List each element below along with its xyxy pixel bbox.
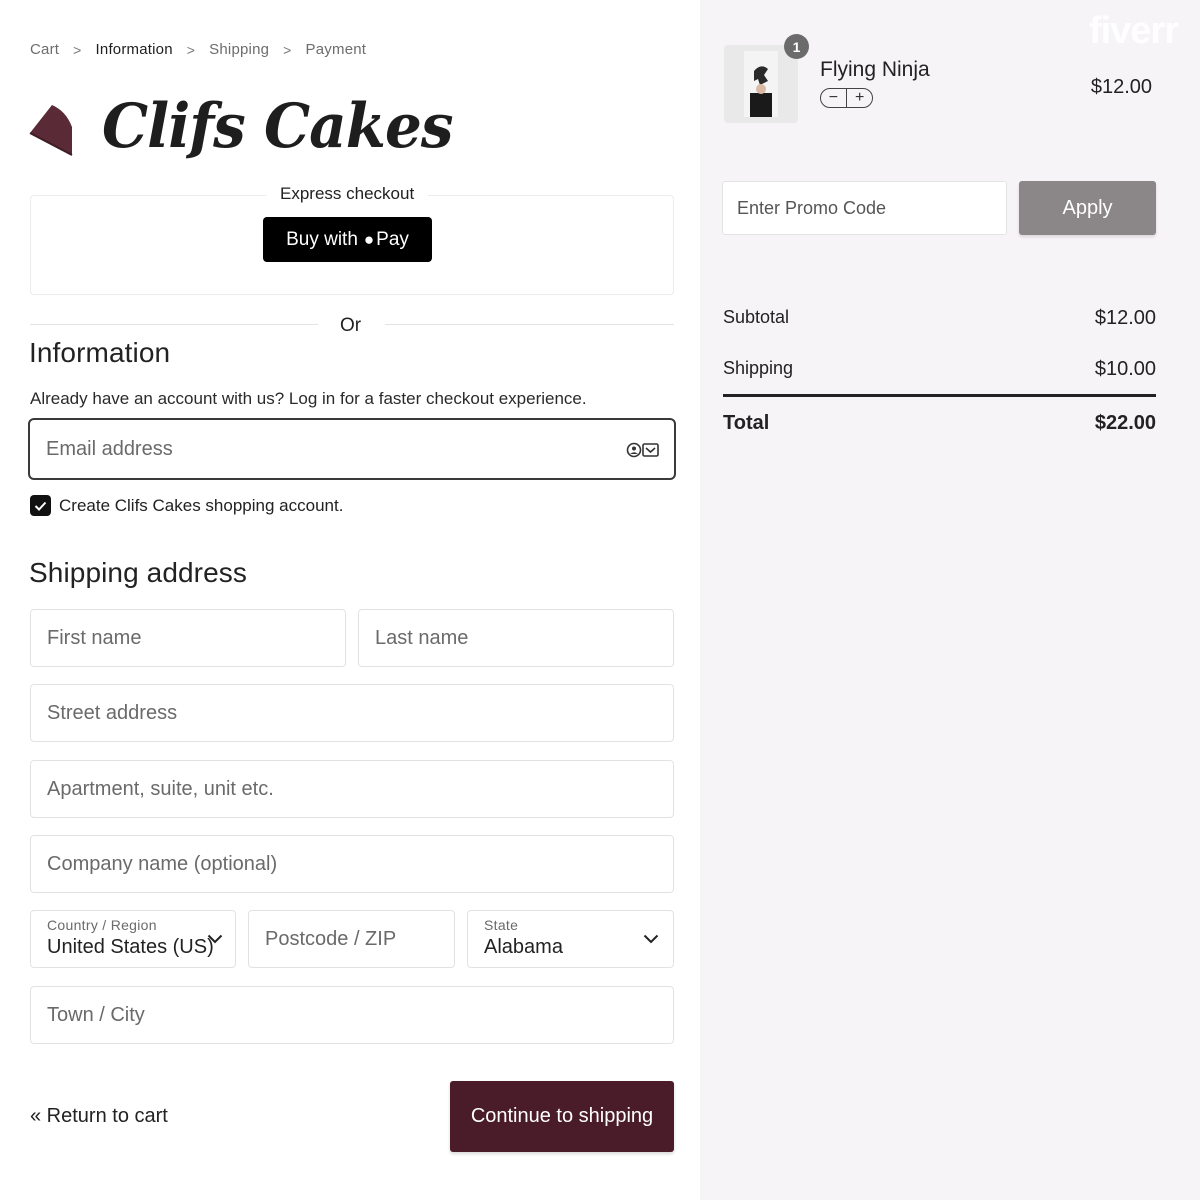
postcode-field[interactable] bbox=[248, 910, 455, 968]
country-label: Country / Region bbox=[47, 917, 157, 933]
last-name-field[interactable] bbox=[358, 609, 674, 667]
breadcrumb-payment[interactable]: Payment bbox=[306, 41, 367, 58]
state-label: State bbox=[484, 917, 519, 933]
brand-name: Clifs Cakes bbox=[102, 90, 454, 162]
apple-pay-prefix: Buy with bbox=[286, 228, 358, 250]
increase-quantity-button[interactable]: + bbox=[847, 90, 872, 106]
first-name-input[interactable] bbox=[47, 626, 329, 650]
state-value: Alabama bbox=[484, 936, 563, 958]
postcode-input[interactable] bbox=[265, 927, 438, 951]
apartment-field[interactable] bbox=[30, 760, 674, 818]
autofill-contact-icon bbox=[626, 442, 659, 458]
create-account-label: Create Clifs Cakes shopping account. bbox=[59, 495, 344, 515]
create-account-row: Create Clifs Cakes shopping account. bbox=[30, 495, 343, 516]
promo-code-field[interactable] bbox=[722, 181, 1007, 235]
breadcrumb-separator: > bbox=[186, 41, 196, 58]
last-name-input[interactable] bbox=[375, 626, 657, 650]
company-input[interactable] bbox=[47, 852, 657, 876]
return-to-cart-link[interactable]: « Return to cart bbox=[30, 1105, 168, 1128]
total-label: Total bbox=[723, 412, 770, 434]
product-image bbox=[724, 45, 798, 123]
shipping-row: Shipping $10.00 bbox=[723, 358, 1156, 381]
order-summary-panel: fiverr bbox=[700, 0, 1200, 1200]
street-address-field[interactable] bbox=[30, 684, 674, 742]
breadcrumb-separator: > bbox=[283, 41, 292, 58]
breadcrumb-shipping[interactable]: Shipping bbox=[209, 41, 269, 58]
promo-code-input[interactable] bbox=[737, 197, 992, 219]
express-checkout-label: Express checkout bbox=[266, 184, 429, 204]
email-field[interactable] bbox=[28, 418, 676, 480]
breadcrumb-cart[interactable]: Cart bbox=[30, 41, 59, 58]
continue-to-shipping-button[interactable]: Continue to shipping bbox=[450, 1081, 674, 1152]
subtotal-row: Subtotal $12.00 bbox=[723, 307, 1156, 330]
total-row: Total $22.00 bbox=[723, 412, 1156, 435]
shipping-value: $10.00 bbox=[1094, 358, 1156, 380]
state-select[interactable]: State Alabama bbox=[467, 910, 674, 968]
login-hint[interactable]: Already have an account with us? Log in … bbox=[30, 389, 587, 409]
subtotal-value: $12.00 bbox=[1094, 307, 1156, 329]
country-value: United States (US) bbox=[47, 936, 214, 958]
checkout-form-panel: Cart > Information > Shipping > Payment … bbox=[0, 0, 700, 1200]
cake-slice-icon bbox=[29, 105, 73, 156]
email-input[interactable] bbox=[46, 437, 658, 461]
product-thumbnail bbox=[724, 45, 798, 123]
decrease-quantity-button[interactable]: − bbox=[821, 90, 846, 106]
total-divider bbox=[723, 394, 1156, 397]
watermark-logo: fiverr bbox=[1088, 10, 1179, 52]
information-heading: Information bbox=[29, 337, 171, 368]
breadcrumb: Cart > Information > Shipping > Payment bbox=[30, 41, 366, 58]
checkmark-icon bbox=[34, 501, 47, 511]
divider-right bbox=[385, 324, 674, 325]
apple-pay-suffix: Pay bbox=[376, 228, 409, 250]
product-price: $12.00 bbox=[1090, 76, 1152, 98]
chevron-down-icon bbox=[207, 934, 223, 944]
apple-logo-icon: ● bbox=[363, 229, 375, 249]
divider-left bbox=[30, 324, 318, 325]
quantity-stepper: − + bbox=[820, 88, 873, 108]
apply-promo-button[interactable]: Apply bbox=[1019, 181, 1156, 235]
company-field[interactable] bbox=[30, 835, 674, 893]
total-value: $22.00 bbox=[1094, 412, 1156, 434]
apple-pay-button[interactable]: Buy with ● Pay bbox=[263, 217, 432, 262]
country-select[interactable]: Country / Region United States (US) bbox=[30, 910, 236, 968]
or-separator: Or bbox=[340, 315, 362, 336]
shipping-heading: Shipping address bbox=[29, 557, 247, 588]
chevron-down-icon bbox=[643, 934, 659, 944]
subtotal-label: Subtotal bbox=[723, 307, 790, 327]
product-name: Flying Ninja bbox=[820, 58, 930, 81]
town-field[interactable] bbox=[30, 986, 674, 1044]
shipping-label: Shipping bbox=[723, 358, 794, 378]
apartment-input[interactable] bbox=[47, 777, 657, 801]
street-address-input[interactable] bbox=[47, 701, 657, 725]
first-name-field[interactable] bbox=[30, 609, 346, 667]
quantity-badge: 1 bbox=[784, 34, 809, 59]
create-account-checkbox[interactable] bbox=[30, 495, 51, 516]
breadcrumb-information[interactable]: Information bbox=[96, 41, 173, 58]
town-input[interactable] bbox=[47, 1003, 657, 1027]
brand-logo[interactable]: Clifs Cakes bbox=[28, 90, 454, 162]
breadcrumb-separator: > bbox=[73, 41, 82, 58]
